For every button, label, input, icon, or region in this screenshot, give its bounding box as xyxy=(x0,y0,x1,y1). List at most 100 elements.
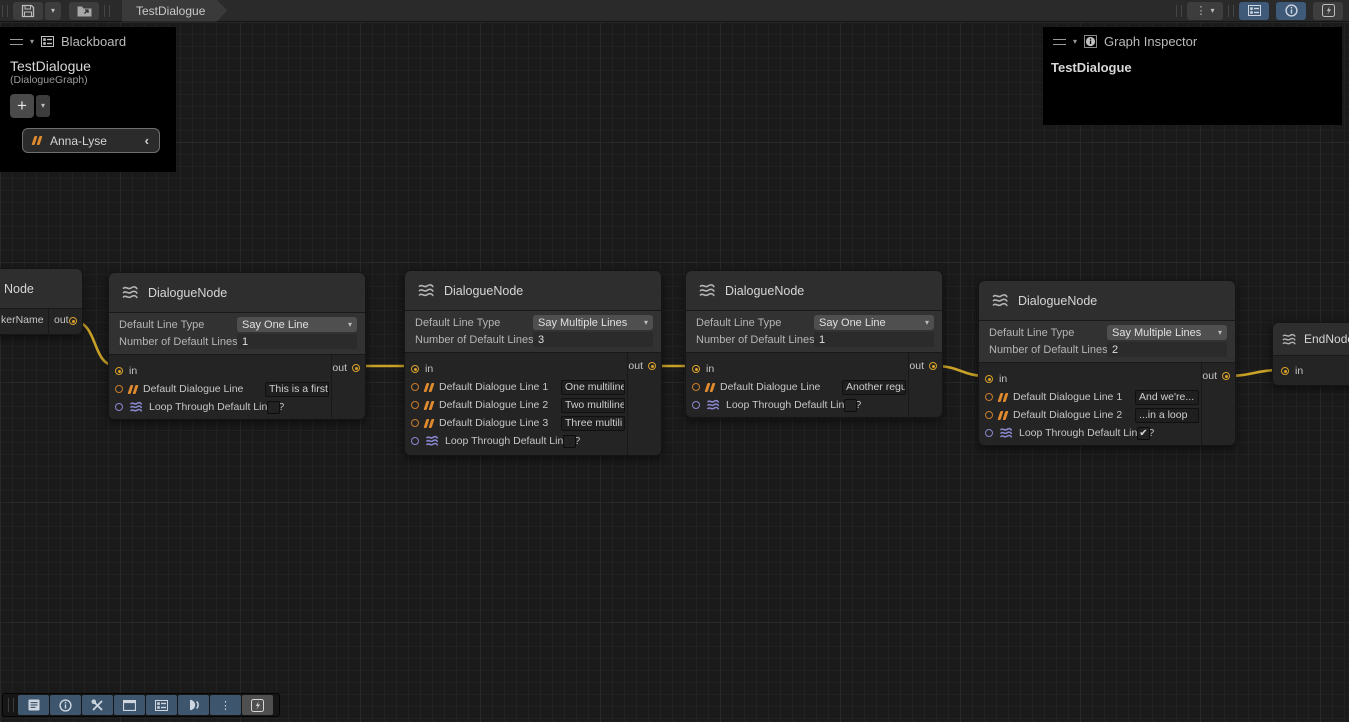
start-node[interactable]: Node kerName out xyxy=(0,268,83,335)
dialogue-line-field[interactable]: One multiline xyxy=(561,380,625,395)
toggle-blackboard-button[interactable] xyxy=(146,695,177,715)
graph-inspector-panel[interactable]: ▾ Graph Inspector TestDialogue xyxy=(1043,27,1342,125)
toggle-graph-inspector-button[interactable] xyxy=(1276,2,1306,20)
line-type-dropdown[interactable]: Say One Line ▾ xyxy=(237,317,357,332)
toggle-script-panel-button[interactable] xyxy=(18,695,49,715)
string-port[interactable] xyxy=(985,393,993,401)
graph-tab-label: TestDialogue xyxy=(136,4,205,18)
string-port[interactable] xyxy=(692,383,700,391)
open-asset-button[interactable] xyxy=(69,2,99,20)
dialogue-node-4[interactable]: DialogueNode Default Line Type Say Multi… xyxy=(978,280,1236,446)
bottom-toolbar: ⋮ xyxy=(2,693,280,717)
bool-port[interactable] xyxy=(985,429,993,437)
start-node-title: Node xyxy=(4,282,34,296)
bool-port[interactable] xyxy=(692,401,700,409)
string-port[interactable] xyxy=(411,419,419,427)
variable-name: Anna-Lyse xyxy=(50,134,107,148)
blackboard-panel[interactable]: ▾ Blackboard TestDialogue (DialogueGraph… xyxy=(0,27,176,172)
node-title-label: DialogueNode xyxy=(725,284,804,298)
count-field[interactable]: 2 xyxy=(1107,342,1227,357)
toggle-blackboard-button[interactable] xyxy=(1239,2,1269,20)
collapse-chevron-icon[interactable]: ▾ xyxy=(30,38,34,46)
line-type-dropdown[interactable]: Say Multiple Lines ▾ xyxy=(533,315,653,330)
quote-icon xyxy=(425,383,433,392)
toggle-minimap-button[interactable] xyxy=(242,695,273,715)
dialogue-node-1[interactable]: DialogueNode Default Line Type Say One L… xyxy=(108,272,366,420)
quote-icon xyxy=(33,136,41,145)
line-type-dropdown[interactable]: Say Multiple Lines ▾ xyxy=(1107,325,1227,340)
start-node-out-port[interactable] xyxy=(69,317,77,325)
collapse-chevron-icon[interactable]: ▾ xyxy=(1073,38,1077,46)
count-label: Number of Default Lines xyxy=(989,344,1107,356)
plus-icon: + xyxy=(17,96,27,116)
in-port[interactable] xyxy=(692,365,700,373)
loop-checkbox-checked[interactable]: ✔ xyxy=(1137,427,1150,440)
line-type-label: Default Line Type xyxy=(989,327,1107,339)
dialogue-line-label: Default Dialogue Line xyxy=(143,383,243,395)
dialogue-line-field[interactable]: Three multili xyxy=(561,416,625,431)
end-node[interactable]: EndNode in xyxy=(1272,322,1349,386)
toggle-tools-button[interactable] xyxy=(82,695,113,715)
string-port[interactable] xyxy=(985,411,993,419)
dialogue-node-3[interactable]: DialogueNode Default Line Type Say One L… xyxy=(685,270,943,418)
toolbar-drag-handle[interactable] xyxy=(8,698,14,712)
save-dropdown-button[interactable]: ▾ xyxy=(45,2,61,20)
line-type-dropdown[interactable]: Say One Line ▾ xyxy=(814,315,934,330)
count-label: Number of Default Lines xyxy=(415,334,533,346)
bool-port[interactable] xyxy=(411,437,419,445)
blackboard-variable-anna-lyse[interactable]: Anna-Lyse ‹ xyxy=(22,128,160,153)
loop-checkbox[interactable] xyxy=(844,399,857,412)
loop-icon xyxy=(999,427,1013,439)
loop-icon xyxy=(129,401,143,413)
loop-checkbox[interactable] xyxy=(267,401,280,414)
toggle-voice-button[interactable] xyxy=(178,695,209,715)
quote-icon xyxy=(425,419,433,428)
string-port[interactable] xyxy=(411,383,419,391)
toolbar-separator xyxy=(1176,5,1182,17)
node-title-label: DialogueNode xyxy=(148,286,227,300)
toggle-inspector-button[interactable] xyxy=(50,695,81,715)
overflow-menu-button[interactable]: ⋮ xyxy=(210,695,241,715)
count-value: 1 xyxy=(819,334,825,346)
toggle-window-button[interactable] xyxy=(114,695,145,715)
quote-icon xyxy=(999,393,1007,402)
drag-handle-icon[interactable] xyxy=(1053,39,1066,45)
toolbar-separator xyxy=(1228,5,1234,17)
toolbar-drag-handle[interactable] xyxy=(2,5,8,17)
start-node-row-label: kerName xyxy=(1,314,44,326)
dialogue-line-field[interactable]: Another regu xyxy=(842,380,906,395)
overflow-menu-button[interactable]: ⋮ ▾ xyxy=(1187,2,1223,20)
in-port[interactable] xyxy=(1281,367,1289,375)
chevron-left-icon[interactable]: ‹ xyxy=(145,133,149,148)
string-port[interactable] xyxy=(115,385,123,393)
spark-icon xyxy=(1322,4,1335,17)
graph-tab[interactable]: TestDialogue xyxy=(122,0,227,22)
check-icon: ✔ xyxy=(1139,428,1147,439)
voice-icon xyxy=(187,699,200,711)
add-variable-button[interactable]: + xyxy=(10,94,34,118)
count-field[interactable]: 1 xyxy=(237,334,357,349)
drag-handle-icon[interactable] xyxy=(10,39,23,45)
line-type-value: Say Multiple Lines xyxy=(538,317,627,329)
spark-icon xyxy=(251,699,264,712)
toggle-minimap-button[interactable] xyxy=(1313,2,1343,20)
dialogue-line-field[interactable]: ...in a loop xyxy=(1135,408,1199,423)
in-port[interactable] xyxy=(411,365,419,373)
add-variable-dropdown[interactable]: ▾ xyxy=(36,95,50,117)
dialogue-line-field[interactable]: Two multiline xyxy=(561,398,625,413)
in-port-label: in xyxy=(1295,365,1303,377)
in-port[interactable] xyxy=(115,367,123,375)
dialogue-node-2[interactable]: DialogueNode Default Line Type Say Multi… xyxy=(404,270,662,456)
count-field[interactable]: 3 xyxy=(533,332,653,347)
dialogue-line-field[interactable]: And we're... xyxy=(1135,390,1199,405)
chevron-down-icon: ▾ xyxy=(925,319,929,327)
start-node-out-label: out xyxy=(54,314,69,326)
loop-checkbox[interactable] xyxy=(563,435,576,448)
in-port[interactable] xyxy=(985,375,993,383)
string-port[interactable] xyxy=(411,401,419,409)
count-field[interactable]: 1 xyxy=(814,332,934,347)
dialogue-line-field[interactable]: This is a first xyxy=(265,382,329,397)
node-title-label: DialogueNode xyxy=(444,284,523,298)
save-button[interactable] xyxy=(13,2,43,20)
bool-port[interactable] xyxy=(115,403,123,411)
